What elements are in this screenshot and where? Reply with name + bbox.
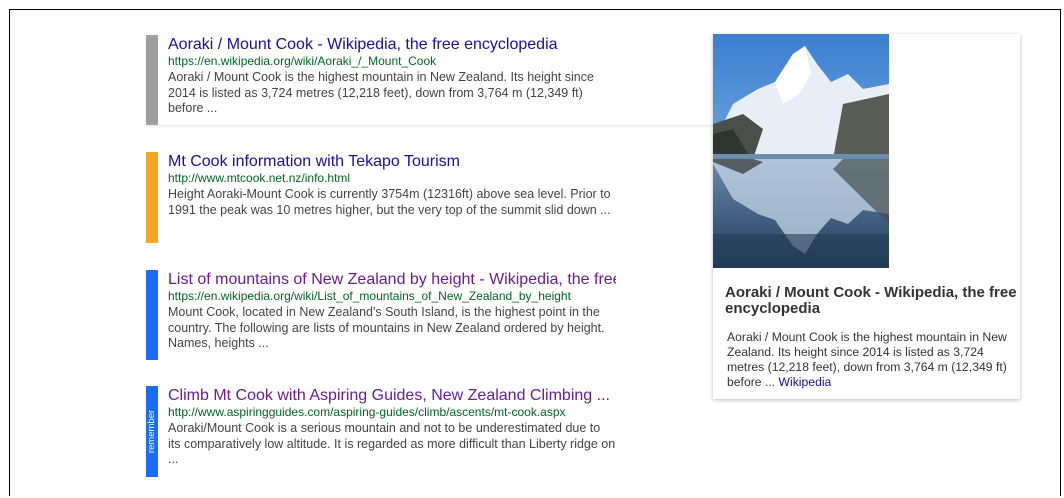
result-snippet: Aoraki/Mount Cook is a serious mountain … <box>168 421 616 466</box>
panel-description: Aoraki / Mount Cook is the highest mount… <box>727 330 1020 390</box>
remember-label-text: remember <box>146 409 158 454</box>
result-content: List of mountains of New Zealand by heig… <box>168 270 616 352</box>
result-content: Mt Cook information with Tekapo Tourism … <box>168 152 616 218</box>
remember-label[interactable]: remember <box>146 386 158 477</box>
result-url: http://www.mtcook.net.nz/info.html <box>168 171 351 185</box>
panel-source-link[interactable]: Wikipedia <box>779 375 832 389</box>
result-title-link[interactable]: Climb Mt Cook with Aspiring Guides, New … <box>168 386 616 405</box>
result-title-link[interactable]: Aoraki / Mount Cook - Wikipedia, the fre… <box>168 35 616 54</box>
result-snippet: Height Aoraki-Mount Cook is currently 37… <box>168 187 611 217</box>
search-result-3: List of mountains of New Zealand by heig… <box>146 270 616 360</box>
mountain-lake-photo[interactable] <box>713 34 889 268</box>
result-content: Aoraki / Mount Cook - Wikipedia, the fre… <box>168 35 616 117</box>
search-result-4: remember Climb Mt Cook with Aspiring Gui… <box>146 386 616 477</box>
result-url: http://www.aspiringguides.com/aspiring-g… <box>168 405 566 419</box>
result-url: https://en.wikipedia.org/wiki/Aoraki_/_M… <box>168 54 437 68</box>
preview-panel: Aoraki / Mount Cook - Wikipedia, the fre… <box>713 34 1020 399</box>
search-result-2: Mt Cook information with Tekapo Tourism … <box>146 152 616 243</box>
result-title-link[interactable]: Mt Cook information with Tekapo Tourism <box>168 152 616 171</box>
result-marker-bar[interactable] <box>146 152 158 243</box>
result-title-link[interactable]: List of mountains of New Zealand by heig… <box>168 270 616 289</box>
result-url: https://en.wikipedia.org/wiki/List_of_mo… <box>168 289 571 303</box>
panel-body-text: Aoraki / Mount Cook is the highest mount… <box>727 330 1007 389</box>
result-snippet: Mount Cook, located in New Zealand's Sou… <box>168 305 605 350</box>
result-marker-bar[interactable] <box>146 35 158 125</box>
panel-title: Aoraki / Mount Cook - Wikipedia, the fre… <box>725 284 1017 317</box>
result-marker-bar[interactable] <box>146 270 158 360</box>
result-content: Climb Mt Cook with Aspiring Guides, New … <box>168 386 616 468</box>
search-result-1: Aoraki / Mount Cook - Wikipedia, the fre… <box>146 35 713 125</box>
result-snippet: Aoraki / Mount Cook is the highest mount… <box>168 70 594 115</box>
